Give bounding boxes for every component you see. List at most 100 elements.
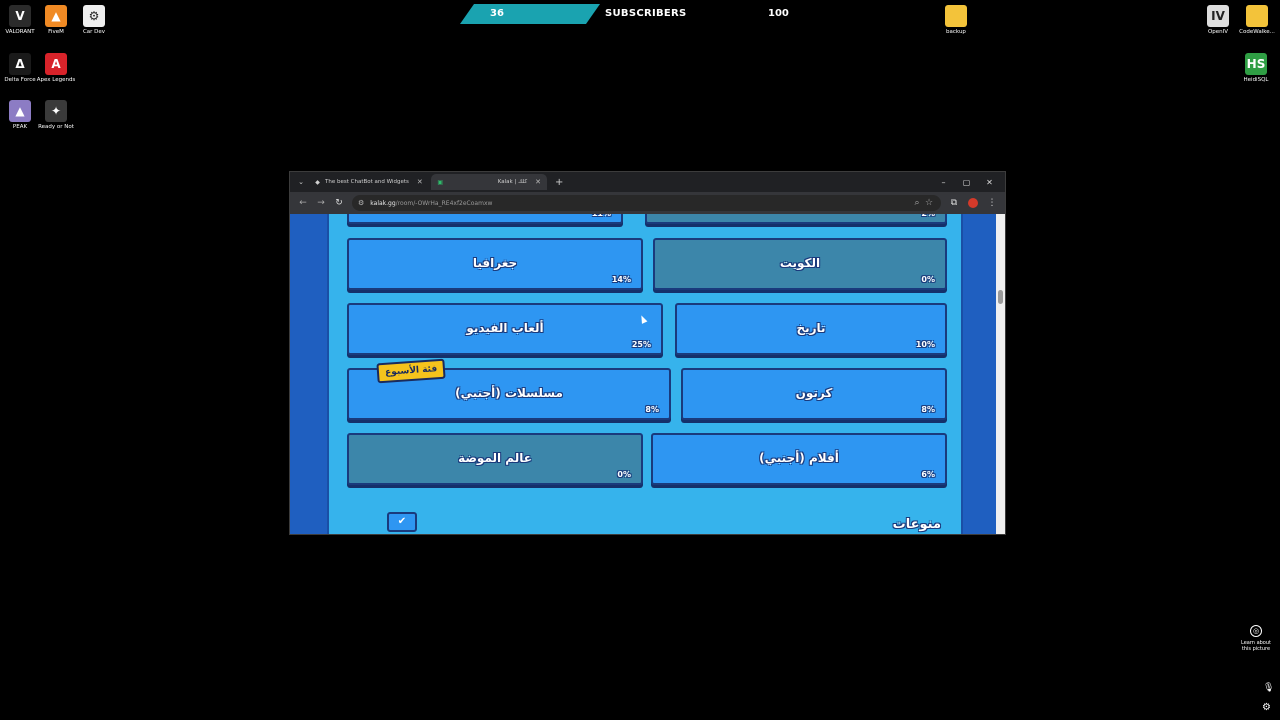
page-viewport: جغرافيا 14% الكويت 0% ألعاب الفيديو 25% تاريخ 1… <box>290 214 1005 534</box>
category-percent: 25% <box>631 340 651 349</box>
back-icon[interactable]: ← <box>294 194 312 212</box>
category-card-partial[interactable]: 11% <box>347 214 623 224</box>
category-card[interactable]: تاريخ 10% <box>675 303 947 355</box>
forward-icon[interactable]: → <box>312 194 330 212</box>
subscriber-count: 36 <box>490 8 504 19</box>
learn-line2: this picture <box>1241 646 1271 652</box>
microphone-icon[interactable]: 🎙 <box>1263 683 1274 693</box>
desktop-icon-label: backup <box>946 29 966 35</box>
category-name: ألعاب الفيديو <box>466 320 544 335</box>
category-percent: 14% <box>611 275 631 284</box>
url-host: kalak.gg <box>370 199 396 207</box>
category-card[interactable]: ألعاب الفيديو 25% <box>347 303 663 355</box>
reload-icon[interactable]: ↻ <box>330 194 348 212</box>
category-name: عالم الموضة <box>458 450 532 465</box>
desktop-icon-label: Ready or Not <box>38 124 74 130</box>
category-percent: 10% <box>915 340 935 349</box>
openiv-icon: IV <box>1207 5 1229 27</box>
profile-avatar[interactable] <box>968 198 978 208</box>
desktop: V VALORANT ▲ FiveM ⚙ Car Dev Δ Delta Force A Apex… <box>0 0 1280 720</box>
desktop-icon[interactable]: ▲ FiveM <box>36 5 76 36</box>
tab-title: The best ChatBot and Widgets <box>325 179 409 185</box>
category-percent: 6% <box>921 470 935 479</box>
check-icon: ✔ <box>397 516 407 527</box>
subscriber-label: SUBSCRIBERS <box>605 8 687 19</box>
apex-legends-icon: A <box>45 53 67 75</box>
scroll-thumb[interactable] <box>998 290 1003 304</box>
chatbot-favicon-icon: ◆ <box>315 178 320 186</box>
category-percent: 8% <box>921 405 935 414</box>
fivem-icon: ▲ <box>45 5 67 27</box>
desktop-icon[interactable]: Δ Delta Force <box>0 53 40 84</box>
category-name: جغرافيا <box>472 255 518 270</box>
category-percent: 8% <box>645 405 659 414</box>
delta-force-icon: Δ <box>9 53 31 75</box>
browser-window: ⌄ ◆ The best ChatBot and Widgets ✕ ▣ Kal… <box>289 171 1006 535</box>
menu-dots-icon[interactable]: ⋮ <box>983 194 1001 212</box>
desktop-icon[interactable]: A Apex Legends <box>36 53 76 84</box>
category-name: مسلسلات (أجنبي) <box>455 385 563 400</box>
category-percent: 0% <box>921 275 935 284</box>
desktop-icon[interactable]: V VALORANT <box>0 5 40 36</box>
category-card[interactable]: كرتون 8% <box>681 368 947 420</box>
desktop-icon-label: PEAK <box>12 124 28 130</box>
tab-close-icon[interactable]: ✕ <box>417 178 423 186</box>
section-title: منوعات <box>892 517 941 532</box>
category-card[interactable]: جغرافيا 14% <box>347 238 643 290</box>
tab-chatbot[interactable]: ◆ The best ChatBot and Widgets ✕ <box>308 174 429 190</box>
peak-icon: ▲ <box>9 100 31 122</box>
category-panel: جغرافيا 14% الكويت 0% ألعاب الفيديو 25% تاريخ 1… <box>327 214 963 534</box>
page-scrollbar[interactable] <box>996 214 1005 534</box>
settings-gear-icon[interactable]: ⚙ <box>1262 702 1271 713</box>
desktop-icon[interactable]: HS HeidiSQL <box>1236 53 1276 84</box>
desktop-icon[interactable]: CodeWalke... <box>1237 5 1277 36</box>
category-name: أفلام (أجنبي) <box>759 450 839 465</box>
ready-or-not-icon: ✦ <box>45 100 67 122</box>
desktop-icon[interactable]: ▲ PEAK <box>0 100 40 131</box>
category-card-partial[interactable]: 2% <box>645 214 947 224</box>
site-info-icon[interactable]: ⚙ <box>358 199 364 207</box>
tab-close-icon[interactable]: ✕ <box>535 178 541 186</box>
window-controls: – ▢ ✕ <box>932 174 1001 190</box>
category-percent: 11% <box>592 214 611 218</box>
desktop-icon-label: Apex Legends <box>36 77 76 83</box>
tab-kalak[interactable]: ▣ Kalak | كلك ✕ <box>430 174 548 190</box>
category-card[interactable]: عالم الموضة 0% <box>347 433 643 485</box>
desktop-icon-label: VALORANT <box>5 29 35 35</box>
category-card[interactable]: أفلام (أجنبي) 6% <box>651 433 947 485</box>
url-path: /room/-OWrHa_RE4xf2eCoamxw <box>395 199 493 207</box>
subscriber-goal: 100 <box>768 8 789 19</box>
valorant-icon: V <box>9 5 31 27</box>
tab-search-button[interactable]: ⌄ <box>294 178 308 186</box>
kalak-favicon-icon: ▣ <box>437 178 444 186</box>
category-name: كرتون <box>795 385 833 400</box>
subscriber-progress-bar <box>460 4 600 24</box>
desktop-icon[interactable]: IV OpenIV <box>1198 5 1238 36</box>
desktop-icon-label: Car Dev <box>82 29 106 35</box>
desktop-icon-label: Delta Force <box>4 77 36 83</box>
desktop-icon[interactable]: backup <box>936 5 976 36</box>
zoom-icon[interactable]: ⌕ <box>911 194 923 212</box>
category-name: تاريخ <box>796 320 826 335</box>
tab-bar: ⌄ ◆ The best ChatBot and Widgets ✕ ▣ Kal… <box>290 172 1005 192</box>
heidisql-icon: HS <box>1245 53 1267 75</box>
desktop-icon[interactable]: ✦ Ready or Not <box>36 100 76 131</box>
category-percent: 0% <box>617 470 631 479</box>
bookmark-star-icon[interactable]: ☆ <box>923 194 935 212</box>
learn-about-picture[interactable]: ◎ Learn about this picture <box>1236 625 1276 652</box>
select-all-checkbox[interactable]: ✔ <box>387 512 417 532</box>
address-bar[interactable]: ⚙ kalak.gg /room/-OWrHa_RE4xf2eCoamxw ⌕ … <box>352 195 941 211</box>
close-icon[interactable]: ✕ <box>978 174 1001 190</box>
desktop-icon-label: HeidiSQL <box>1243 77 1269 83</box>
desktop-icon-label: FiveM <box>48 29 64 35</box>
folder-icon <box>945 5 967 27</box>
folder-icon <box>1246 5 1268 27</box>
extensions-icon[interactable]: ⧉ <box>945 194 963 212</box>
minimize-icon[interactable]: – <box>932 174 955 190</box>
new-tab-button[interactable]: + <box>555 177 563 188</box>
maximize-icon[interactable]: ▢ <box>955 174 978 190</box>
desktop-icon[interactable]: ⚙ Car Dev <box>74 5 114 36</box>
category-name: الكويت <box>779 255 821 270</box>
category-card[interactable]: الكويت 0% <box>653 238 947 290</box>
desktop-icon-label: OpenIV <box>1207 29 1229 35</box>
